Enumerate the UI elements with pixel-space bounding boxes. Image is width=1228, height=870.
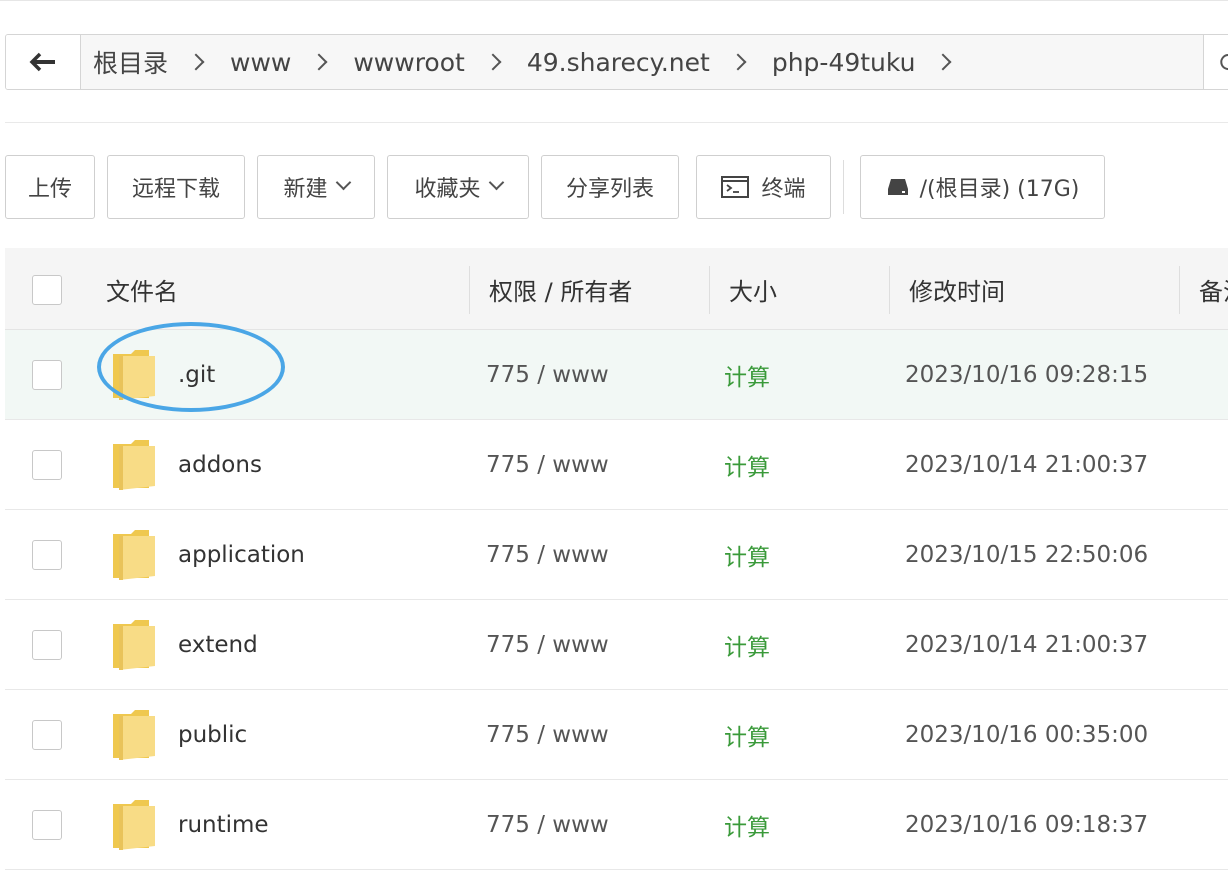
breadcrumb: 根目录 www wwwroot 49.sharecy.net php-49tuk… [81, 35, 1204, 89]
table-row[interactable]: application 775 / www 计算 2023/10/15 22:5… [5, 510, 1228, 600]
column-divider [709, 266, 710, 314]
column-divider [889, 266, 890, 314]
file-permission[interactable]: 775 / www [486, 690, 609, 779]
favorites-label: 收藏夹 [414, 177, 481, 202]
share-list-button[interactable]: 分享列表 [541, 155, 679, 219]
file-permission[interactable]: 775 / www [486, 510, 609, 599]
header-name[interactable]: 文件名 [106, 248, 178, 330]
refresh-icon [1220, 54, 1228, 70]
table-header: 文件名 权限 / 所有者 大小 修改时间 备注 [5, 248, 1228, 330]
row-checkbox[interactable] [32, 360, 62, 390]
section-divider [5, 122, 1228, 123]
header-size[interactable]: 大小 [729, 248, 777, 330]
new-dropdown-button[interactable]: 新建 [257, 155, 375, 219]
file-mtime: 2023/10/15 22:50:06 [905, 541, 1149, 568]
breadcrumb-item-wwwroot[interactable]: wwwroot [353, 48, 464, 77]
breadcrumb-item-site[interactable]: 49.sharecy.net [527, 48, 710, 77]
folder-icon [113, 440, 155, 490]
share-list-label: 分享列表 [565, 177, 654, 202]
terminal-icon [721, 176, 750, 198]
file-mtime: 2023/10/16 09:18:37 [905, 811, 1149, 838]
file-mtime: 2023/10/16 09:28:15 [905, 361, 1149, 388]
breadcrumb-item-www[interactable]: www [230, 48, 291, 77]
header-permission[interactable]: 权限 / 所有者 [489, 248, 632, 330]
chevron-right-icon [484, 53, 502, 71]
toolbar-divider [843, 160, 844, 214]
file-name[interactable]: extend [178, 600, 258, 689]
calculate-size-link[interactable]: 计算 [724, 690, 770, 779]
chevron-right-icon [310, 53, 328, 71]
row-checkbox[interactable] [32, 810, 62, 840]
breadcrumb-item-project[interactable]: php-49tuku [772, 48, 916, 77]
calculate-size-link[interactable]: 计算 [724, 510, 770, 599]
upload-label: 上传 [27, 177, 72, 202]
table-row[interactable]: extend 775 / www 计算 2023/10/14 21:00:37 [5, 600, 1228, 690]
calculate-size-link[interactable]: 计算 [724, 330, 770, 419]
row-checkbox[interactable] [32, 450, 62, 480]
table-row[interactable]: addons 775 / www 计算 2023/10/14 21:00:37 [5, 420, 1228, 510]
file-permission[interactable]: 775 / www [486, 330, 609, 419]
row-checkbox[interactable] [32, 720, 62, 750]
terminal-button[interactable]: 终端 [696, 155, 831, 219]
back-button[interactable] [6, 35, 81, 89]
chevron-right-icon [187, 53, 205, 71]
disk-label: /(根目录) (17G) [919, 177, 1080, 202]
chevron-right-icon[interactable] [934, 53, 952, 71]
file-name[interactable]: addons [178, 420, 262, 509]
table-row[interactable]: runtime 775 / www 计算 2023/10/16 09:18:37 [5, 780, 1228, 870]
file-name[interactable]: .git [178, 330, 215, 419]
chevron-right-icon [729, 53, 747, 71]
chevron-down-icon [335, 174, 351, 190]
folder-icon [113, 350, 155, 400]
select-all-checkbox[interactable] [32, 275, 62, 305]
file-mtime: 2023/10/16 00:35:00 [905, 721, 1149, 748]
breadcrumb-item-root[interactable]: 根目录 [93, 44, 168, 80]
file-name[interactable]: runtime [178, 780, 269, 869]
row-checkbox[interactable] [32, 630, 62, 660]
folder-icon [113, 620, 155, 670]
calculate-size-link[interactable]: 计算 [724, 420, 770, 509]
file-name[interactable]: application [178, 510, 305, 599]
back-arrow-icon [29, 52, 55, 72]
folder-icon [113, 800, 155, 850]
terminal-label: 终端 [761, 177, 806, 202]
calculate-size-link[interactable]: 计算 [724, 780, 770, 869]
table-row[interactable]: public 775 / www 计算 2023/10/16 00:35:00 [5, 690, 1228, 780]
folder-icon [113, 530, 155, 580]
file-mtime: 2023/10/14 21:00:37 [905, 631, 1149, 658]
file-permission[interactable]: 775 / www [486, 420, 609, 509]
header-mtime[interactable]: 修改时间 [909, 248, 1005, 330]
file-permission[interactable]: 775 / www [486, 600, 609, 689]
column-divider [469, 266, 470, 314]
chevron-down-icon [488, 174, 504, 190]
folder-icon [113, 710, 155, 760]
header-remark[interactable]: 备注 [1199, 248, 1228, 330]
table-row[interactable]: .git 775 / www 计算 2023/10/16 09:28:15 [5, 330, 1228, 420]
upload-button[interactable]: 上传 [5, 155, 95, 219]
disk-button[interactable]: /(根目录) (17G) [860, 155, 1105, 219]
file-permission[interactable]: 775 / www [486, 780, 609, 869]
column-divider [1179, 266, 1180, 314]
new-label: 新建 [283, 177, 328, 202]
refresh-button[interactable] [1204, 35, 1228, 89]
remote-download-label: 远程下载 [131, 177, 220, 202]
file-name[interactable]: public [178, 690, 247, 779]
calculate-size-link[interactable]: 计算 [724, 600, 770, 689]
address-bar: 根目录 www wwwroot 49.sharecy.net php-49tuk… [5, 34, 1228, 90]
hard-disk-icon [887, 179, 908, 195]
top-divider [0, 0, 1228, 1]
remote-download-button[interactable]: 远程下载 [107, 155, 245, 219]
row-checkbox[interactable] [32, 540, 62, 570]
file-mtime: 2023/10/14 21:00:37 [905, 451, 1149, 478]
favorites-dropdown-button[interactable]: 收藏夹 [387, 155, 529, 219]
